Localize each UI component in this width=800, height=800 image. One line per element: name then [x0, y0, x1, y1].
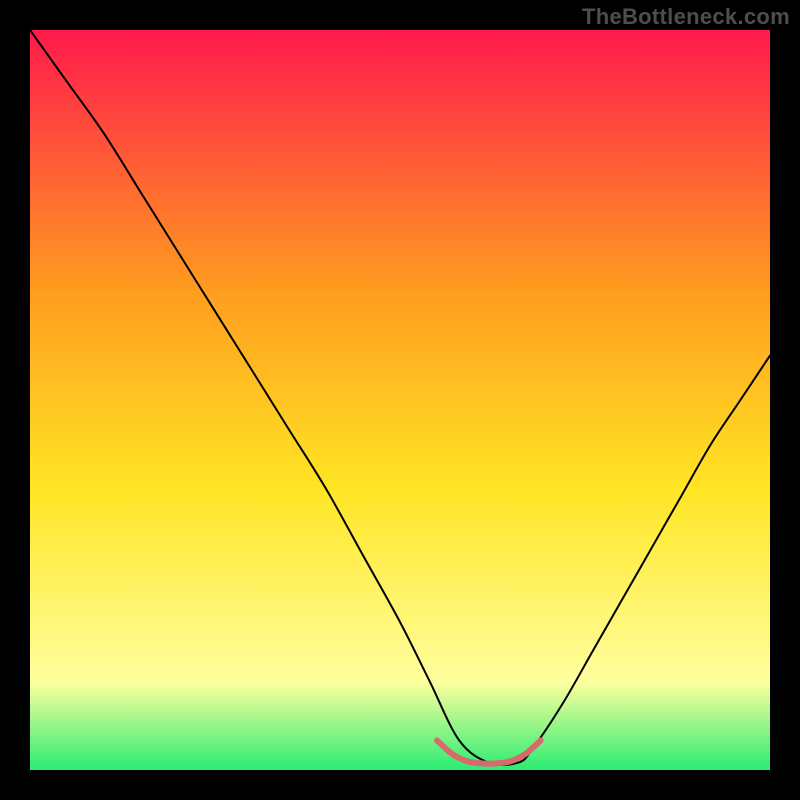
bottleneck-chart — [30, 30, 770, 770]
plot-area — [30, 30, 770, 770]
chart-frame: TheBottleneck.com — [0, 0, 800, 800]
gradient-background — [30, 30, 770, 770]
watermark-text: TheBottleneck.com — [582, 4, 790, 30]
